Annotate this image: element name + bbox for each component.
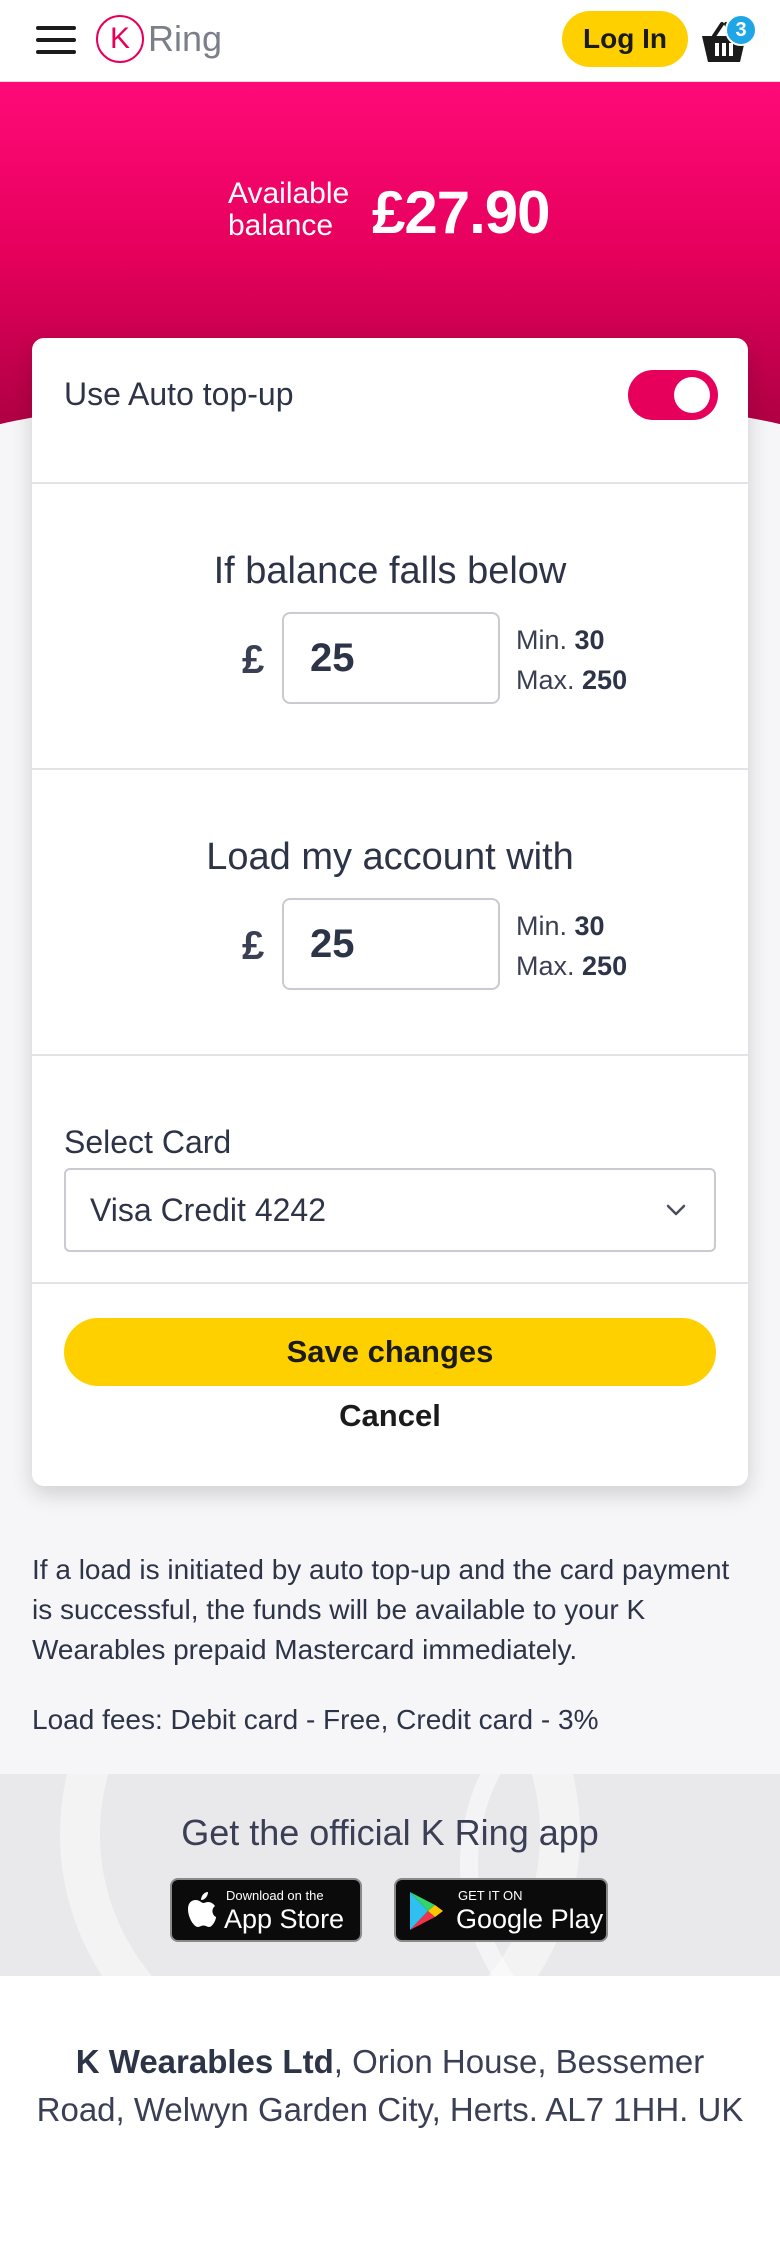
company-address: K Wearables Ltd, Orion House, Bessemer R… [30,2038,750,2134]
balance-label-line2: balance [228,209,334,242]
google-play-big-text: Google Play [456,1904,604,1934]
threshold-max-value: 250 [582,665,628,695]
logo-text: Ring [148,18,223,59]
logo-k-mark: K [96,15,144,63]
google-play-icon [410,1892,443,1930]
address-line1: , Orion House, Bessemer [333,2043,705,2080]
auto-topup-label: Use Auto top-up [64,376,294,412]
balance-label: Available balance [228,178,349,242]
login-button[interactable]: Log In [562,11,688,67]
decorative-ring [460,1774,780,1976]
threshold-min-label: Min. [516,625,568,655]
app-store-button[interactable]: Download on the App Store [170,1878,362,1942]
threshold-title: If balance falls below [213,550,567,592]
logo[interactable]: K Ring [96,15,222,63]
threshold-limits: Min. 30 Max. 250 [516,620,627,700]
app-download-band: Get the official K Ring app Download on … [0,1774,780,1976]
auto-topup-info: If a load is initiated by auto top-up an… [32,1554,730,1665]
cart-count-badge: 3 [725,14,757,46]
load-max-label: Max. [516,951,575,981]
footer: K Wearables Ltd, Orion House, Bessemer R… [0,1976,780,2264]
load-section: Load my account with £ Min. 30 Max. 250 [32,770,748,1056]
app-store-big-text: App Store [224,1904,345,1934]
chevron-down-icon [666,1204,686,1216]
toggle-knob [674,377,710,413]
load-max-value: 250 [582,951,628,981]
auto-topup-card: Use Auto top-up If balance falls below £… [32,338,748,1486]
load-title: Load my account with [206,836,574,878]
threshold-max-label: Max. [516,665,575,695]
load-limits: Min. 30 Max. 250 [516,906,627,986]
threshold-min-value: 30 [574,625,605,655]
top-header: K Ring Log In 3 [0,0,780,82]
app-band-title: Get the official K Ring app [181,1812,599,1853]
load-fees-text: Load fees: Debit card - Free, Credit car… [32,1704,599,1735]
load-currency: £ [242,924,265,968]
threshold-section: If balance falls below £ Min. 30 Max. 25… [32,484,748,770]
card-select-dropdown[interactable]: Visa Credit 4242 [64,1168,716,1252]
address-line2: Road, Welwyn Garden City, Herts. AL7 1HH… [36,2091,744,2128]
save-changes-button[interactable]: Save changes [64,1318,716,1386]
cart-button[interactable]: 3 [700,14,760,66]
load-min-value: 30 [574,911,605,941]
apple-icon [188,1892,216,1927]
auto-topup-row: Use Auto top-up [32,338,748,484]
balance-label-line1: Available [228,177,350,210]
cancel-button[interactable]: Cancel [32,1398,748,1434]
load-min-label: Min. [516,911,568,941]
app-store-small-text: Download on the [226,1888,324,1903]
load-amount-input[interactable] [282,898,500,990]
selected-card: Visa Credit 4242 [90,1192,326,1228]
card-select-section: Select Card Visa Credit 4242 [32,1056,748,1284]
menu-icon[interactable] [36,26,76,54]
company-name: K Wearables Ltd [75,2043,334,2080]
auto-topup-toggle[interactable] [628,370,718,420]
select-card-label: Select Card [64,1124,232,1160]
google-play-small-text: GET IT ON [458,1888,523,1903]
threshold-amount-input[interactable] [282,612,500,704]
threshold-currency: £ [242,638,265,682]
balance-value: £27.90 [372,179,551,246]
google-play-button[interactable]: GET IT ON Google Play [394,1878,608,1942]
